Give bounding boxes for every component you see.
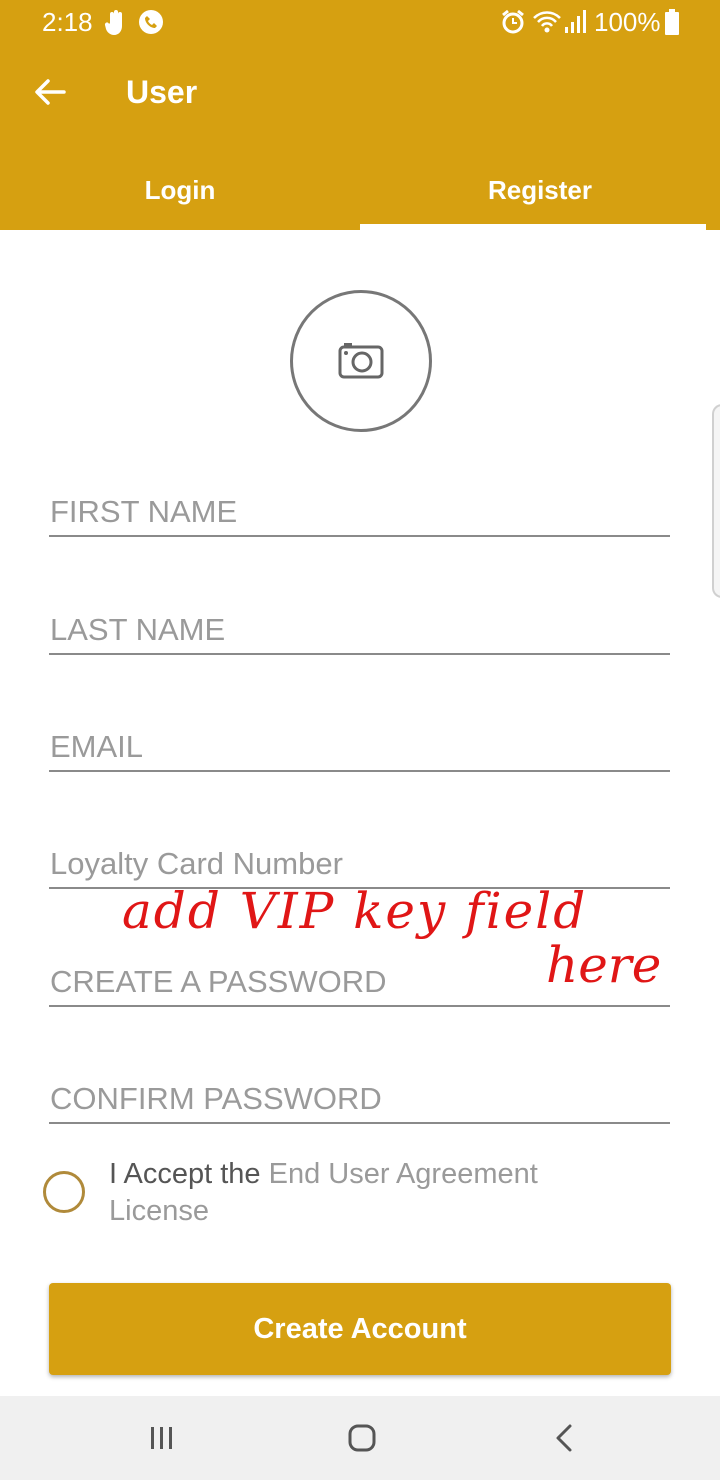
tab-indicator — [360, 224, 706, 230]
loyalty-card-field[interactable] — [49, 841, 670, 889]
status-bar: 2:18 100% — [0, 0, 720, 44]
agreement-radio[interactable] — [43, 1171, 85, 1213]
tab-register[interactable]: Register — [360, 160, 720, 230]
wifi-icon — [533, 11, 561, 33]
signal-icon — [565, 10, 586, 33]
phone-call-icon — [139, 10, 163, 34]
back-nav-button[interactable] — [534, 1414, 594, 1462]
battery-percent: 100% — [594, 7, 661, 37]
email-field[interactable] — [49, 724, 670, 772]
agreement-prefix: I Accept the — [109, 1158, 261, 1190]
status-time: 2:18 — [42, 7, 93, 37]
tab-login[interactable]: Login — [0, 160, 360, 230]
confirm-password-field[interactable] — [49, 1076, 670, 1124]
first-name-field[interactable] — [49, 489, 670, 537]
chevron-left-icon — [556, 1424, 572, 1452]
recent-apps-button[interactable] — [132, 1414, 192, 1462]
create-account-button[interactable]: Create Account — [49, 1283, 671, 1375]
scroll-handle[interactable] — [712, 404, 720, 598]
app-bar: User Login Register — [0, 44, 720, 230]
agreement-text: I Accept the End User Agreement License — [109, 1156, 629, 1230]
battery-icon — [665, 9, 679, 35]
annotation-line-1: add VIP key field — [122, 882, 588, 940]
system-nav-bar — [0, 1396, 720, 1480]
camera-icon — [338, 343, 384, 379]
register-screen: 2:18 100% User Login Register FIRST NAME… — [0, 0, 720, 1480]
profile-photo-button[interactable] — [290, 290, 432, 432]
back-button[interactable] — [28, 70, 72, 114]
page-title: User — [126, 74, 198, 110]
home-icon — [348, 1424, 376, 1452]
last-name-field[interactable] — [49, 607, 670, 655]
hand-icon — [104, 10, 122, 35]
arrow-left-icon — [35, 79, 66, 105]
alarm-icon — [502, 9, 524, 34]
create-password-field[interactable] — [49, 959, 670, 1007]
recent-apps-icon — [151, 1427, 172, 1449]
home-button[interactable] — [332, 1414, 392, 1462]
